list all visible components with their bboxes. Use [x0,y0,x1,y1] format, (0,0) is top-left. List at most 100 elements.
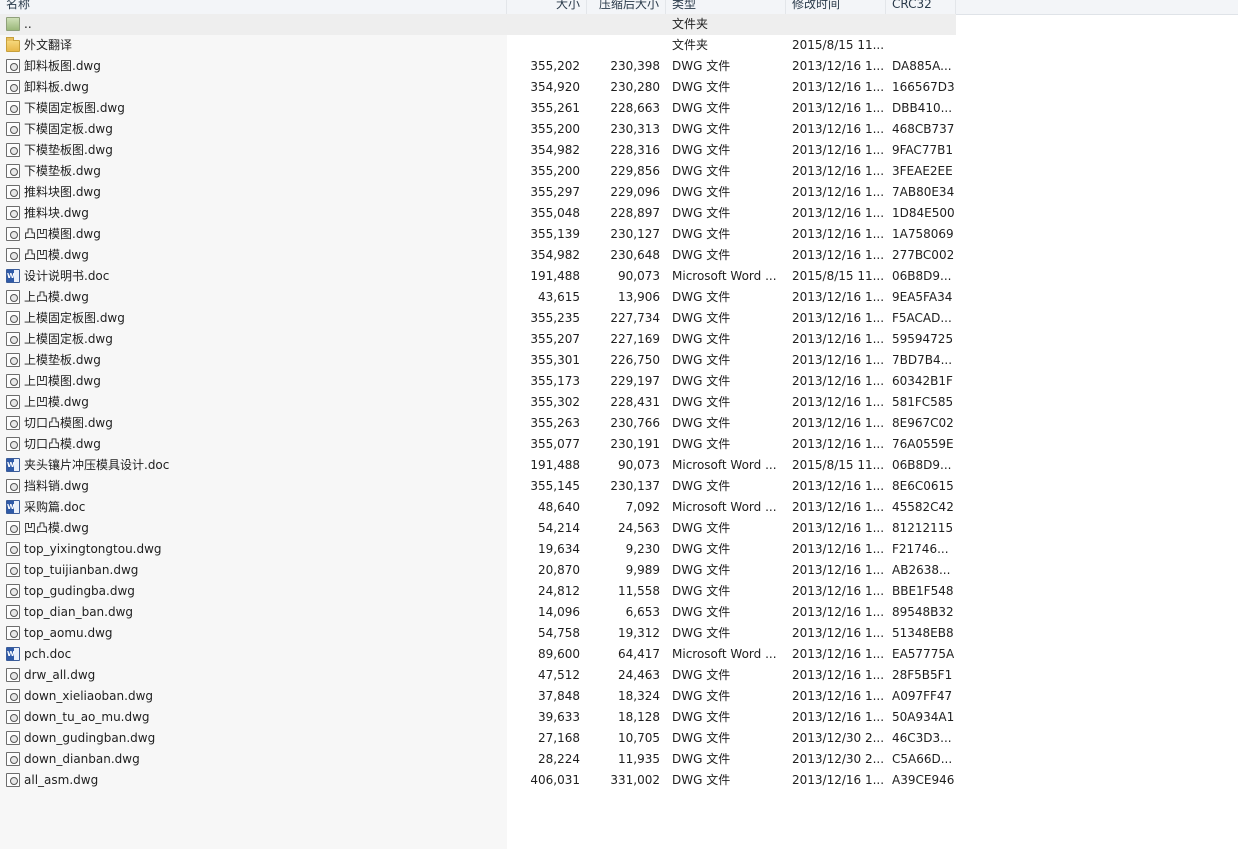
file-modified: 2013/12/16 1... [792,185,885,199]
file-row[interactable]: down_xieliaoban.dwg 37,848 18,324 DWG 文件 201… [0,686,956,707]
file-crc32: 7AB80E34 [892,185,954,199]
file-row[interactable]: all_asm.dwg 406,031 331,002 DWG 文件 2013/12/1… [0,770,956,791]
file-name: 推料块图.dwg [24,185,101,199]
file-row[interactable]: 切口凸模图.dwg 355,263 230,766 DWG 文件 2013/12/16 … [0,413,956,434]
file-modified [792,14,886,35]
file-crc32: AB2638... [892,563,951,577]
file-row[interactable]: 推料块.dwg 355,048 228,897 DWG 文件 2013/12/16 1.… [0,203,956,224]
file-name: 卸料板图.dwg [24,59,101,73]
file-name-cell: 凹凸模.dwg [6,518,504,539]
file-crc32: 9EA5FA34 [892,290,953,304]
file-size: 37,848 [538,689,580,703]
file-row[interactable]: 推料块图.dwg 355,297 229,096 DWG 文件 2013/12/16 1… [0,182,956,203]
file-size: 355,139 [530,227,580,241]
file-row[interactable]: 卸料板图.dwg 355,202 230,398 DWG 文件 2013/12/16 1… [0,56,956,77]
file-crc32: 1A758069 [892,227,954,241]
file-row[interactable]: 上凸模.dwg 43,615 13,906 DWG 文件 2013/12/16 1...… [0,287,956,308]
file-name: down_gudingban.dwg [24,731,156,745]
file-type: DWG 文件 [672,689,731,703]
header-modified[interactable]: 修改时间 [786,0,886,14]
file-type: DWG 文件 [672,395,731,409]
dwg-file-icon [6,184,20,199]
file-name: 下模垫板.dwg [24,164,101,178]
file-row[interactable]: down_tu_ao_mu.dwg 39,633 18,128 DWG 文件 2013/… [0,707,956,728]
file-row[interactable]: 上模固定板.dwg 355,207 227,169 DWG 文件 2013/12/16 … [0,329,956,350]
file-row[interactable]: down_gudingban.dwg 27,168 10,705 DWG 文件 2013… [0,728,956,749]
file-name: 卸料板.dwg [24,80,89,94]
file-name-cell: top_aomu.dwg [6,623,504,644]
header-name[interactable]: 名称 [0,0,507,14]
dwg-file-icon [6,709,20,724]
file-row[interactable]: top_dian_ban.dwg 14,096 6,653 DWG 文件 2013/12… [0,602,956,623]
dwg-file-icon [6,772,20,787]
file-crc32: F5ACAD... [892,311,952,325]
file-row[interactable]: 凸凹模.dwg 354,982 230,648 DWG 文件 2013/12/16 1.… [0,245,956,266]
file-packed-size: 230,766 [610,416,660,430]
header-packed-size[interactable]: 压缩后大小 [587,0,666,14]
file-list: .. 文件夹 外文翻译 文件夹 2015/8/15 11... 卸料板图.dwg 355,2… [0,14,956,791]
file-crc32: 59594725 [892,332,954,346]
file-row[interactable]: 下模垫板.dwg 355,200 229,856 DWG 文件 2013/12/16 1… [0,161,956,182]
file-packed-size: 227,734 [610,311,660,325]
header-type[interactable]: 类型 [666,0,786,14]
file-crc32: 8E6C0615 [892,479,954,493]
file-row[interactable]: 下模垫板图.dwg 354,982 228,316 DWG 文件 2013/12/16 … [0,140,956,161]
file-row[interactable]: drw_all.dwg 47,512 24,463 DWG 文件 2013/12/16 … [0,665,956,686]
file-name-cell: top_tuijianban.dwg [6,560,504,581]
header-crc32[interactable]: CRC32 [886,0,956,14]
file-row[interactable]: 采购篇.doc 48,640 7,092 Microsoft Word ... 2013… [0,497,956,518]
file-row[interactable]: 外文翻译 文件夹 2015/8/15 11... [0,35,956,56]
file-row[interactable]: 设计说明书.doc 191,488 90,073 Microsoft Word ...… [0,266,956,287]
file-name-cell: 下模垫板图.dwg [6,140,504,161]
file-row[interactable]: top_aomu.dwg 54,758 19,312 DWG 文件 2013/12/16… [0,623,956,644]
file-row[interactable]: 下模固定板图.dwg 355,261 228,663 DWG 文件 2013/12/16… [0,98,956,119]
file-name-cell: top_dian_ban.dwg [6,602,504,623]
file-crc32: 277BC002 [892,248,954,262]
file-crc32: 1D84E500 [892,206,954,220]
file-row[interactable]: top_tuijianban.dwg 20,870 9,989 DWG 文件 2013/… [0,560,956,581]
file-packed-size: 11,558 [618,584,660,598]
file-size: 54,758 [538,626,580,640]
file-row[interactable]: 卸料板.dwg 354,920 230,280 DWG 文件 2013/12/16 1.… [0,77,956,98]
file-packed-size: 6,653 [625,605,660,619]
file-type: DWG 文件 [672,374,731,388]
file-name: 外文翻译 [24,38,73,52]
file-packed-size: 11,935 [618,752,660,766]
file-row[interactable]: 挡料销.dwg 355,145 230,137 DWG 文件 2013/12/16 1.… [0,476,956,497]
file-name-cell: pch.doc [6,644,504,665]
file-row[interactable]: top_gudingba.dwg 24,812 11,558 DWG 文件 2013/1… [0,581,956,602]
file-size [507,14,580,35]
file-row[interactable]: .. 文件夹 [0,14,956,35]
file-row[interactable]: 凹凸模.dwg 54,214 24,563 DWG 文件 2013/12/16 1...… [0,518,956,539]
file-crc32: A097FF47 [892,689,953,703]
file-row[interactable]: top_yixingtongtou.dwg 19,634 9,230 DWG 文件 20… [0,539,956,560]
header-size[interactable]: 大小 [507,0,587,14]
file-name-cell: 设计说明书.doc [6,266,504,287]
file-name: 切口凸模.dwg [24,437,101,451]
dwg-file-icon [6,478,20,493]
file-type: DWG 文件 [672,80,731,94]
file-row[interactable]: 上凹模图.dwg 355,173 229,197 DWG 文件 2013/12/16 1… [0,371,956,392]
file-type: DWG 文件 [672,710,731,724]
file-size: 354,982 [530,143,580,157]
file-type: DWG 文件 [672,332,731,346]
file-size: 39,633 [538,710,580,724]
file-name: .. [24,17,32,31]
file-row[interactable]: 上模垫板.dwg 355,301 226,750 DWG 文件 2013/12/16 1… [0,350,956,371]
file-type: Microsoft Word ... [672,269,777,283]
file-row[interactable]: 上模固定板图.dwg 355,235 227,734 DWG 文件 2013/12/16… [0,308,956,329]
file-row[interactable]: 夹头镶片冲压模具设计.doc 191,488 90,073 Microsoft Wor… [0,455,956,476]
file-row[interactable]: 凸凹模图.dwg 355,139 230,127 DWG 文件 2013/12/16 1… [0,224,956,245]
file-name: top_gudingba.dwg [24,584,135,598]
file-row[interactable]: 上凹模.dwg 355,302 228,431 DWG 文件 2013/12/16 1.… [0,392,956,413]
file-row[interactable]: 下模固定板.dwg 355,200 230,313 DWG 文件 2013/12/16 … [0,119,956,140]
file-row[interactable]: down_dianban.dwg 28,224 11,935 DWG 文件 2013/1… [0,749,956,770]
file-packed-size: 90,073 [618,458,660,472]
file-row[interactable]: 切口凸模.dwg 355,077 230,191 DWG 文件 2013/12/16 1… [0,434,956,455]
file-row[interactable]: pch.doc 89,600 64,417 Microsoft Word ... 201… [0,644,956,665]
folder-icon [6,36,20,52]
file-size: 48,640 [538,500,580,514]
file-name: drw_all.dwg [24,668,96,682]
file-name-cell: 采购篇.doc [6,497,504,518]
file-crc32: 50A934A1 [892,710,954,724]
